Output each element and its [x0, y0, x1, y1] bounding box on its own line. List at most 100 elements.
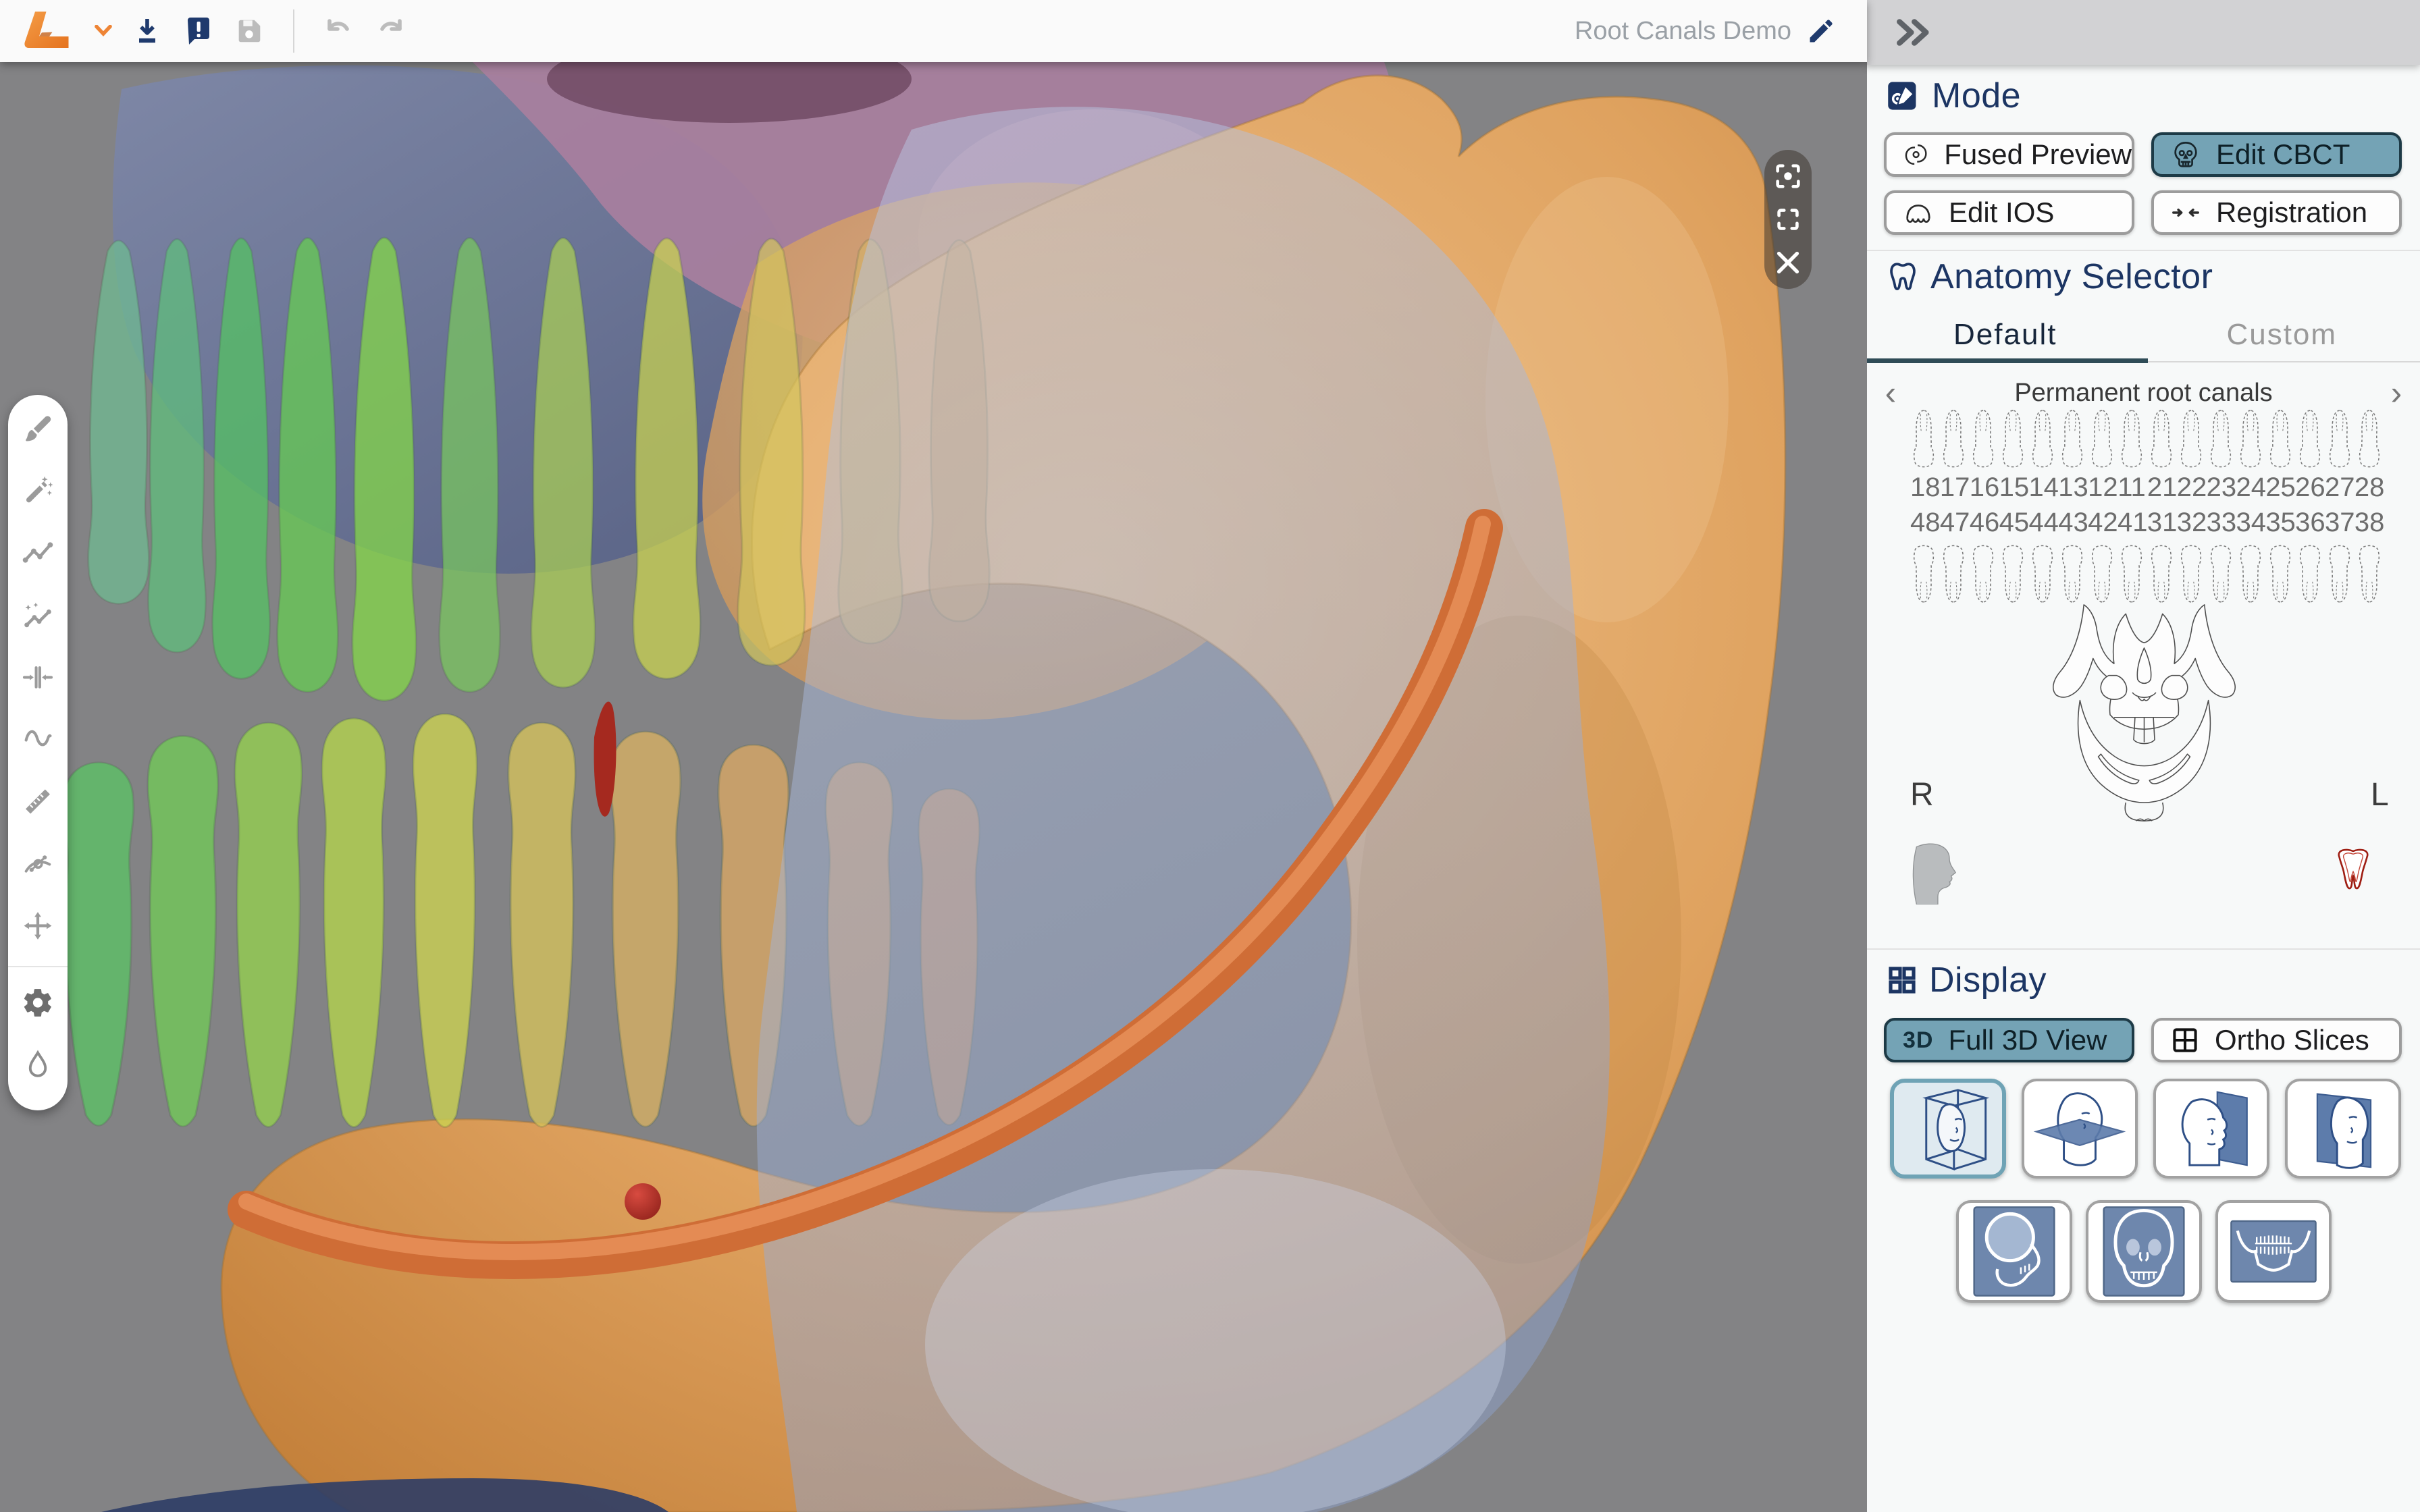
tooth-outline-icon[interactable]	[1940, 541, 1967, 606]
tooth-number[interactable]: 25	[2265, 473, 2294, 503]
curve-tool-icon[interactable]	[20, 723, 55, 756]
display-full-3d-button[interactable]: 3D Full 3D View	[1884, 1018, 2134, 1062]
auto-polyline-tool-icon[interactable]	[20, 599, 55, 632]
tooth-number[interactable]: 14	[2028, 473, 2057, 503]
tooth-number[interactable]: 33	[2207, 508, 2235, 538]
tooth-number[interactable]: 27	[2325, 473, 2353, 503]
merge-tool-icon[interactable]	[20, 661, 55, 694]
tooth-number[interactable]: 46	[1970, 508, 1998, 538]
view-panoramic-button[interactable]	[2215, 1200, 2332, 1303]
tooth-outline-icon[interactable]	[1910, 541, 1937, 606]
focus-center-icon[interactable]	[1772, 161, 1804, 192]
tooth-outline-icon[interactable]	[2207, 541, 2234, 606]
tooth-outline-icon[interactable]	[2207, 406, 2234, 471]
close-icon[interactable]	[1772, 247, 1804, 278]
tooth-outline-icon[interactable]	[1940, 406, 1967, 471]
tooth-number[interactable]: 22	[2177, 473, 2205, 503]
tooth-outline-icon[interactable]	[2356, 541, 2383, 606]
tooth-outline-icon[interactable]	[1999, 406, 2026, 471]
view-coronal-plane-button[interactable]	[2285, 1079, 2401, 1179]
tooth-number[interactable]: 31	[2147, 508, 2176, 538]
tooth-number[interactable]: 32	[2177, 508, 2205, 538]
tooth-outline-icon[interactable]	[2296, 541, 2323, 606]
tooth-number[interactable]: 42	[2088, 508, 2116, 538]
tooth-number[interactable]: 34	[2236, 508, 2264, 538]
brush-tool-icon[interactable]	[20, 412, 55, 446]
move-tool-icon[interactable]	[20, 909, 55, 942]
view-sagittal-plane-button[interactable]	[2153, 1079, 2269, 1179]
tooth-number[interactable]: 44	[2028, 508, 2057, 538]
tooth-number[interactable]: 16	[1970, 473, 1998, 503]
ruler-tool-icon[interactable]	[20, 785, 55, 818]
tooth-outline-icon[interactable]	[2296, 406, 2323, 471]
settings-gear-icon[interactable]	[20, 986, 55, 1019]
tooth-outline-icon[interactable]	[1999, 541, 2026, 606]
tooth-number[interactable]: 45	[1999, 508, 2028, 538]
annotation-alert-icon[interactable]	[182, 15, 215, 47]
tooth-outline-icon[interactable]	[1970, 406, 1997, 471]
tooth-outline-icon[interactable]	[2267, 406, 2294, 471]
view-frontal-ceph-button[interactable]	[2086, 1200, 2202, 1303]
tooth-number[interactable]: 28	[2355, 473, 2383, 503]
tooth-outline-icon[interactable]	[1910, 406, 1937, 471]
3d-scene[interactable]	[0, 62, 1867, 1512]
undo-icon[interactable]	[323, 15, 355, 47]
tooth-outline-icon[interactable]	[1970, 541, 1997, 606]
tooth-number[interactable]: 21	[2147, 473, 2176, 503]
mode-edit-ios-button[interactable]: Edit IOS	[1884, 190, 2134, 235]
tooth-number[interactable]: 26	[2295, 473, 2323, 503]
redo-icon[interactable]	[374, 15, 406, 47]
tooth-number[interactable]: 48	[1910, 508, 1939, 538]
tooth-number[interactable]: 13	[2058, 473, 2086, 503]
tooth-number[interactable]: 37	[2325, 508, 2353, 538]
view-lateral-ceph-button[interactable]	[1956, 1200, 2072, 1303]
tooth-outline-icon[interactable]	[2088, 541, 2115, 606]
tooth-outline-icon[interactable]	[2148, 541, 2175, 606]
tooth-number[interactable]: 38	[2355, 508, 2383, 538]
tooth-outline-icon[interactable]	[2178, 541, 2205, 606]
tooth-outline-icon[interactable]	[2118, 541, 2145, 606]
tooth-outline-icon[interactable]	[2237, 541, 2264, 606]
edit-title-pencil-icon[interactable]	[1806, 16, 1836, 46]
tooth-outline-icon[interactable]	[2088, 406, 2115, 471]
tooth-number[interactable]: 12	[2088, 473, 2116, 503]
tooth-outline-icon[interactable]	[2237, 406, 2264, 471]
app-logo[interactable]	[18, 11, 76, 51]
view-axial-plane-button[interactable]	[2022, 1079, 2138, 1179]
tooth-outline-icon[interactable]	[2148, 406, 2175, 471]
tooth-number[interactable]: 43	[2058, 508, 2086, 538]
tooth-outline-icon[interactable]	[2178, 406, 2205, 471]
tooth-outline-icon[interactable]	[2326, 541, 2353, 606]
tooth-number[interactable]: 47	[1940, 508, 1968, 538]
collapse-sidebar-icon[interactable]	[1894, 18, 1930, 47]
display-ortho-slices-button[interactable]: Ortho Slices	[2151, 1018, 2402, 1062]
tooth-number[interactable]: 41	[2118, 508, 2146, 538]
tooth-outline-icon[interactable]	[2029, 406, 2056, 471]
save-icon[interactable]	[234, 16, 265, 47]
tooth-outline-icon[interactable]	[2059, 406, 2086, 471]
head-profile-silhouette-icon[interactable]	[1908, 842, 1963, 905]
tooth-number[interactable]: 24	[2236, 473, 2264, 503]
tooth-number[interactable]: 15	[1999, 473, 2028, 503]
tooth-number[interactable]: 35	[2265, 508, 2294, 538]
bezier-tool-icon[interactable]	[20, 847, 55, 880]
chevron-down-icon[interactable]	[95, 25, 112, 37]
next-preset-chevron[interactable]: ›	[2373, 377, 2420, 408]
tooth-outline-icon[interactable]	[2029, 541, 2056, 606]
tooth-number[interactable]: 11	[2118, 473, 2146, 503]
tooth-number[interactable]: 18	[1910, 473, 1939, 503]
tooth-outline-icon[interactable]	[2356, 406, 2383, 471]
tooth-outline-icon[interactable]	[2267, 541, 2294, 606]
tab-default[interactable]: Default	[1867, 307, 2144, 362]
fullscreen-icon[interactable]	[1772, 204, 1804, 235]
prev-preset-chevron[interactable]: ‹	[1867, 377, 1914, 408]
download-icon[interactable]	[131, 15, 163, 47]
red-tooth-outline-icon[interactable]	[2335, 844, 2371, 895]
polyline-tool-icon[interactable]	[20, 537, 55, 570]
magic-wand-tool-icon[interactable]	[20, 475, 55, 508]
tooth-number[interactable]: 17	[1940, 473, 1968, 503]
droplet-tool-icon[interactable]	[20, 1048, 55, 1081]
view-3d-box-button[interactable]	[1890, 1079, 2006, 1179]
mode-fused-preview-button[interactable]: Fused Preview	[1884, 132, 2134, 177]
tooth-number[interactable]: 36	[2295, 508, 2323, 538]
